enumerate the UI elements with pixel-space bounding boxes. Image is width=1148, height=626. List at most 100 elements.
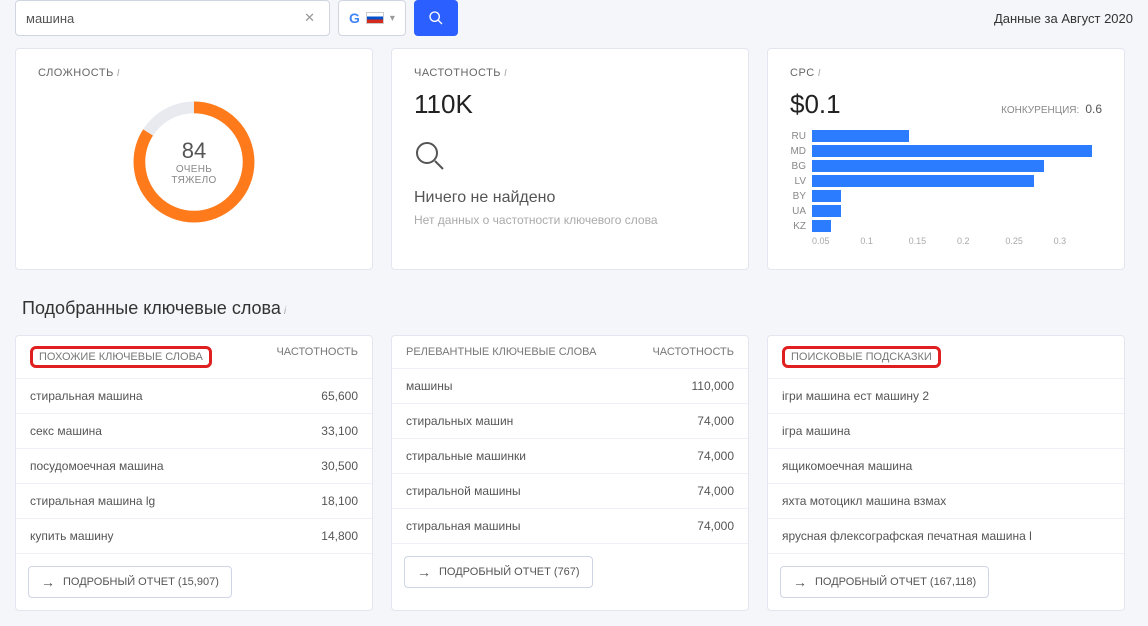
info-icon[interactable]: i bbox=[504, 68, 507, 79]
chart-bar: BY bbox=[790, 190, 1102, 202]
chevron-down-icon: ▾ bbox=[390, 13, 395, 24]
difficulty-value: 84 bbox=[162, 138, 227, 164]
keyword-cell: секс машина bbox=[30, 424, 102, 438]
cpc-title: CPCi bbox=[790, 67, 1102, 79]
search-button[interactable] bbox=[414, 0, 458, 36]
bar-label: UA bbox=[790, 206, 812, 217]
difficulty-label: ОЧЕНЬ ТЯЖЕЛО bbox=[162, 164, 227, 186]
table-row[interactable]: посудомоечная машина 30,500 bbox=[16, 449, 372, 484]
suggestions-header: ПОИСКОВЫЕ ПОДСКАЗКИ bbox=[782, 346, 941, 368]
table-row[interactable]: стиральной машины 74,000 bbox=[392, 474, 748, 509]
similar-report-button[interactable]: →ПОДРОБНЫЙ ОТЧЕТ (15,907) bbox=[28, 566, 232, 598]
relevant-keywords-col: РЕЛЕВАНТНЫЕ КЛЮЧЕВЫЕ СЛОВА ЧАСТОТНОСТЬ м… bbox=[391, 335, 749, 611]
value-cell: 74,000 bbox=[697, 414, 734, 428]
bar-label: RU bbox=[790, 131, 812, 142]
table-row[interactable]: стиральные машинки 74,000 bbox=[392, 439, 748, 474]
keyword-cell: ігри машина ест машину 2 bbox=[782, 389, 929, 403]
clear-icon[interactable]: ✕ bbox=[300, 10, 319, 26]
value-cell: 74,000 bbox=[697, 484, 734, 498]
not-found-sub: Нет данных о частотности ключевого слова bbox=[414, 213, 726, 227]
arrow-right-icon: → bbox=[793, 574, 807, 590]
competition-label: КОНКУРЕНЦИЯ: bbox=[1001, 105, 1079, 116]
bar-label: LV bbox=[790, 176, 812, 187]
section-title: Подобранные ключевые словаi bbox=[0, 290, 1148, 335]
value-cell: 74,000 bbox=[697, 449, 734, 463]
search-input[interactable] bbox=[26, 11, 300, 26]
difficulty-title: СЛОЖНОСТЬi bbox=[38, 67, 350, 79]
chart-bar: BG bbox=[790, 160, 1102, 172]
chart-bar: LV bbox=[790, 175, 1102, 187]
similar-header: ПОХОЖИЕ КЛЮЧЕВЫЕ СЛОВА bbox=[30, 346, 212, 368]
data-period: Данные за Август 2020 bbox=[994, 11, 1133, 26]
search-input-wrapper[interactable]: ✕ bbox=[15, 0, 330, 36]
value-cell: 14,800 bbox=[321, 529, 358, 543]
cpc-country-chart: RU MD BG LV BY UA KZ bbox=[790, 130, 1102, 232]
magnifier-icon bbox=[414, 140, 446, 172]
keyword-cell: ігра машина bbox=[782, 424, 850, 438]
keyword-cell: машины bbox=[406, 379, 453, 393]
table-row[interactable]: ящикомоечная машина bbox=[768, 449, 1124, 484]
metric-header: ЧАСТОТНОСТЬ bbox=[652, 346, 734, 358]
metric-header: ЧАСТОТНОСТЬ bbox=[276, 346, 358, 368]
value-cell: 33,100 bbox=[321, 424, 358, 438]
table-row[interactable]: яхта мотоцикл машина взмах bbox=[768, 484, 1124, 519]
table-row[interactable]: купить машину 14,800 bbox=[16, 519, 372, 554]
google-icon: G bbox=[349, 10, 360, 26]
keyword-cell: стиральные машинки bbox=[406, 449, 526, 463]
keyword-cell: купить машину bbox=[30, 529, 114, 543]
arrow-right-icon: → bbox=[417, 564, 431, 580]
keyword-cell: стиральная машина lg bbox=[30, 494, 155, 508]
relevant-report-button[interactable]: →ПОДРОБНЫЙ ОТЧЕТ (767) bbox=[404, 556, 593, 588]
info-icon[interactable]: i bbox=[117, 68, 120, 79]
keyword-cell: ярусная флексографская печатная машина l bbox=[782, 529, 1032, 543]
value-cell: 30,500 bbox=[321, 459, 358, 473]
difficulty-card: СЛОЖНОСТЬi 84 ОЧЕНЬ ТЯЖЕЛО bbox=[15, 48, 373, 270]
table-row[interactable]: секс машина 33,100 bbox=[16, 414, 372, 449]
table-row[interactable]: стиральная машины 74,000 bbox=[392, 509, 748, 544]
arrow-right-icon: → bbox=[41, 574, 55, 590]
table-row[interactable]: ігри машина ест машину 2 bbox=[768, 379, 1124, 414]
value-cell: 110,000 bbox=[692, 379, 735, 393]
table-row[interactable]: стиральная машина lg 18,100 bbox=[16, 484, 372, 519]
info-icon[interactable]: i bbox=[284, 306, 286, 317]
difficulty-gauge: 84 ОЧЕНЬ ТЯЖЕЛО bbox=[129, 97, 259, 227]
value-cell: 18,100 bbox=[321, 494, 358, 508]
bar-label: BY bbox=[790, 191, 812, 202]
keyword-cell: стиральных машин bbox=[406, 414, 513, 428]
keyword-cell: ящикомоечная машина bbox=[782, 459, 912, 473]
flag-ru-icon bbox=[366, 12, 384, 24]
value-cell: 74,000 bbox=[697, 519, 734, 533]
value-cell: 65,600 bbox=[321, 389, 358, 403]
suggestions-report-button[interactable]: →ПОДРОБНЫЙ ОТЧЕТ (167,118) bbox=[780, 566, 989, 598]
chart-axis: 0.050.10.150.20.250.3 bbox=[790, 236, 1102, 246]
info-icon[interactable]: i bbox=[818, 68, 821, 79]
chart-bar: MD bbox=[790, 145, 1102, 157]
keyword-cell: стиральная машина bbox=[30, 389, 143, 403]
cpc-card: CPCi $0.1 КОНКУРЕНЦИЯ: 0.6 RU MD BG LV BY UA KZ… bbox=[767, 48, 1125, 270]
bar-label: MD bbox=[790, 146, 812, 157]
chart-bar: RU bbox=[790, 130, 1102, 142]
search-engine-select[interactable]: G ▾ bbox=[338, 0, 406, 36]
not-found-heading: Ничего не найдено bbox=[414, 189, 726, 207]
table-row[interactable]: стиральных машин 74,000 bbox=[392, 404, 748, 439]
table-row[interactable]: ярусная флексографская печатная машина l bbox=[768, 519, 1124, 554]
relevant-header: РЕЛЕВАНТНЫЕ КЛЮЧЕВЫЕ СЛОВА bbox=[406, 346, 596, 358]
table-row[interactable]: машины 110,000 bbox=[392, 369, 748, 404]
keyword-cell: яхта мотоцикл машина взмах bbox=[782, 494, 946, 508]
suggestions-col: ПОИСКОВЫЕ ПОДСКАЗКИ ігри машина ест маши… bbox=[767, 335, 1125, 611]
keyword-cell: стиральной машины bbox=[406, 484, 521, 498]
volume-value: 110K bbox=[414, 89, 726, 120]
bar-label: BG bbox=[790, 161, 812, 172]
table-row[interactable]: стиральная машина 65,600 bbox=[16, 379, 372, 414]
similar-keywords-col: ПОХОЖИЕ КЛЮЧЕВЫЕ СЛОВА ЧАСТОТНОСТЬ стира… bbox=[15, 335, 373, 611]
table-row[interactable]: ігра машина bbox=[768, 414, 1124, 449]
keyword-cell: посудомоечная машина bbox=[30, 459, 164, 473]
search-icon bbox=[428, 10, 444, 26]
competition-value: 0.6 bbox=[1085, 102, 1102, 116]
chart-bar: UA bbox=[790, 205, 1102, 217]
keyword-cell: стиральная машины bbox=[406, 519, 520, 533]
bar-label: KZ bbox=[790, 221, 812, 232]
volume-card: ЧАСТОТНОСТЬi 110K Ничего не найдено Нет … bbox=[391, 48, 749, 270]
cpc-value: $0.1 bbox=[790, 89, 841, 120]
chart-bar: KZ bbox=[790, 220, 1102, 232]
